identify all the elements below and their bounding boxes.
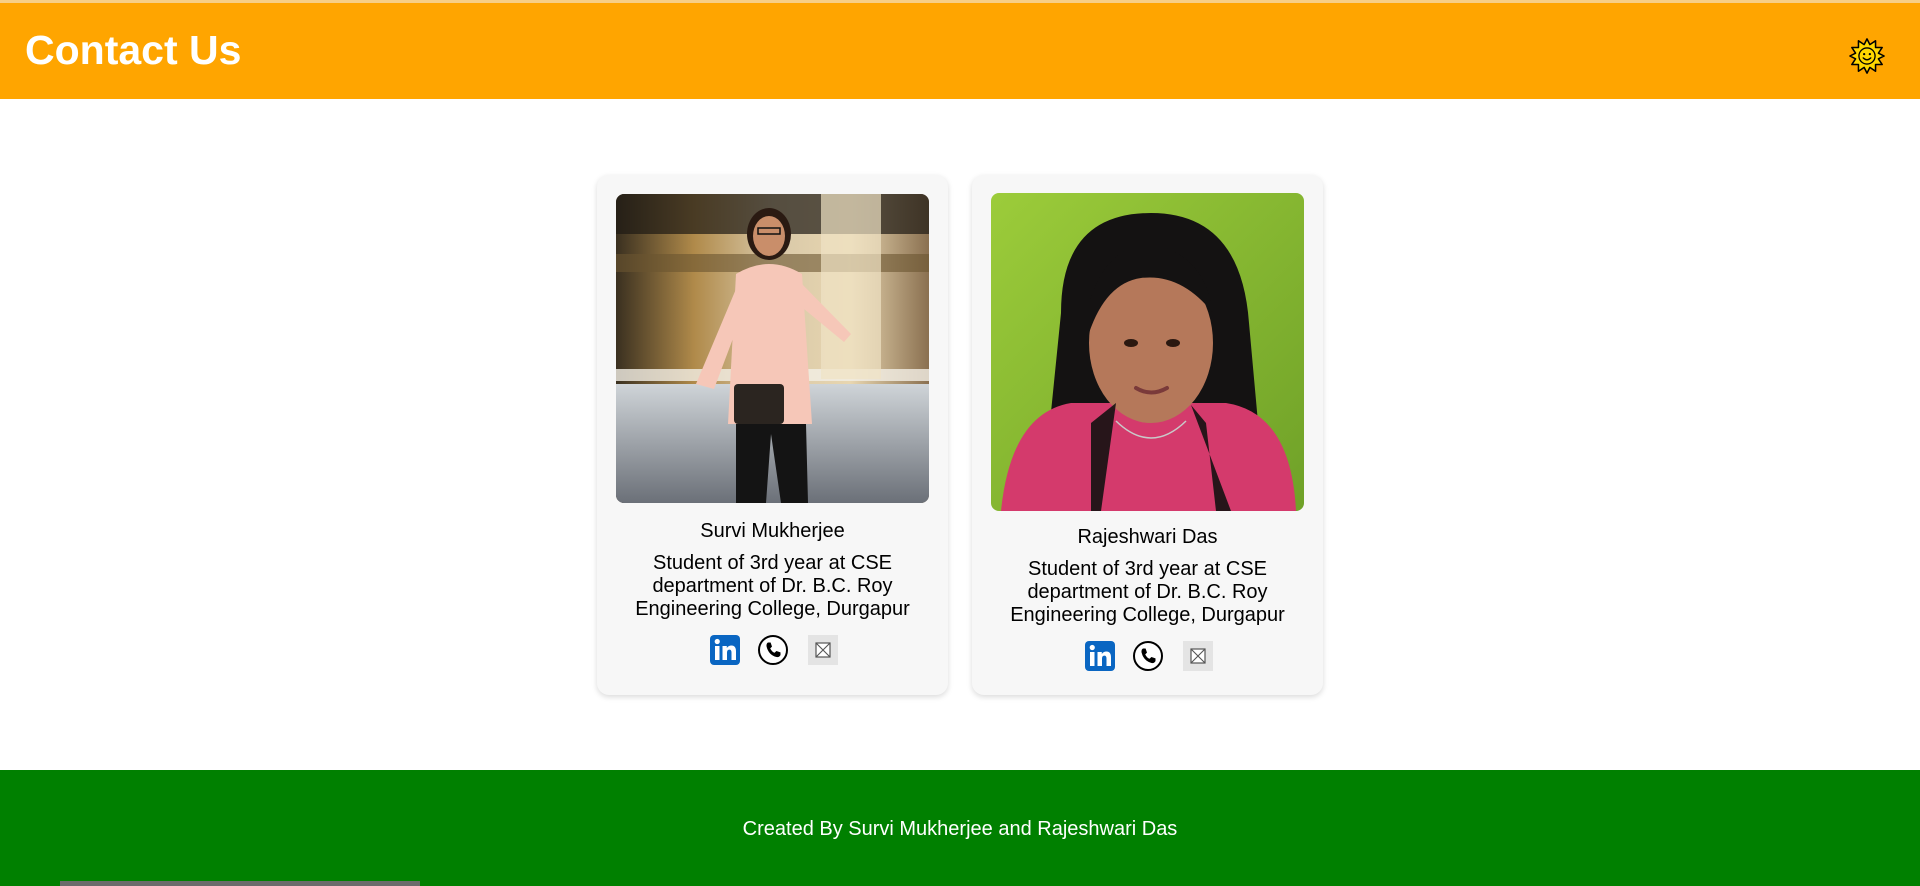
contact-description: Student of 3rd year at CSE department of… [635, 552, 910, 620]
contact-description: Student of 3rd year at CSE department of… [1010, 558, 1285, 626]
sun-face-icon[interactable] [1848, 37, 1886, 75]
page-footer: Created By Survi Mukherjee and Rajeshwar… [0, 770, 1920, 886]
linkedin-icon[interactable] [1084, 640, 1116, 672]
contacts-section: Survi Mukherjee Student of 3rd year at C… [0, 99, 1920, 770]
email-icon[interactable] [807, 634, 839, 666]
contact-links [972, 640, 1323, 674]
phone-icon[interactable] [757, 634, 789, 666]
page-title: Contact Us [25, 27, 242, 73]
phone-icon[interactable] [1132, 640, 1164, 672]
contact-card: Rajeshwari Das Student of 3rd year at CS… [972, 175, 1323, 695]
contact-card: Survi Mukherjee Student of 3rd year at C… [597, 175, 948, 695]
profile-photo [616, 194, 929, 503]
contact-links [597, 634, 948, 668]
page-header: Contact Us [0, 3, 1920, 99]
contact-name: Rajeshwari Das [1077, 526, 1218, 548]
scrollbar[interactable] [60, 881, 420, 886]
linkedin-icon[interactable] [709, 634, 741, 666]
contact-name: Survi Mukherjee [700, 520, 845, 542]
profile-photo [991, 193, 1304, 511]
footer-credits: Created By Survi Mukherjee and Rajeshwar… [742, 818, 1178, 840]
email-icon[interactable] [1182, 640, 1214, 672]
